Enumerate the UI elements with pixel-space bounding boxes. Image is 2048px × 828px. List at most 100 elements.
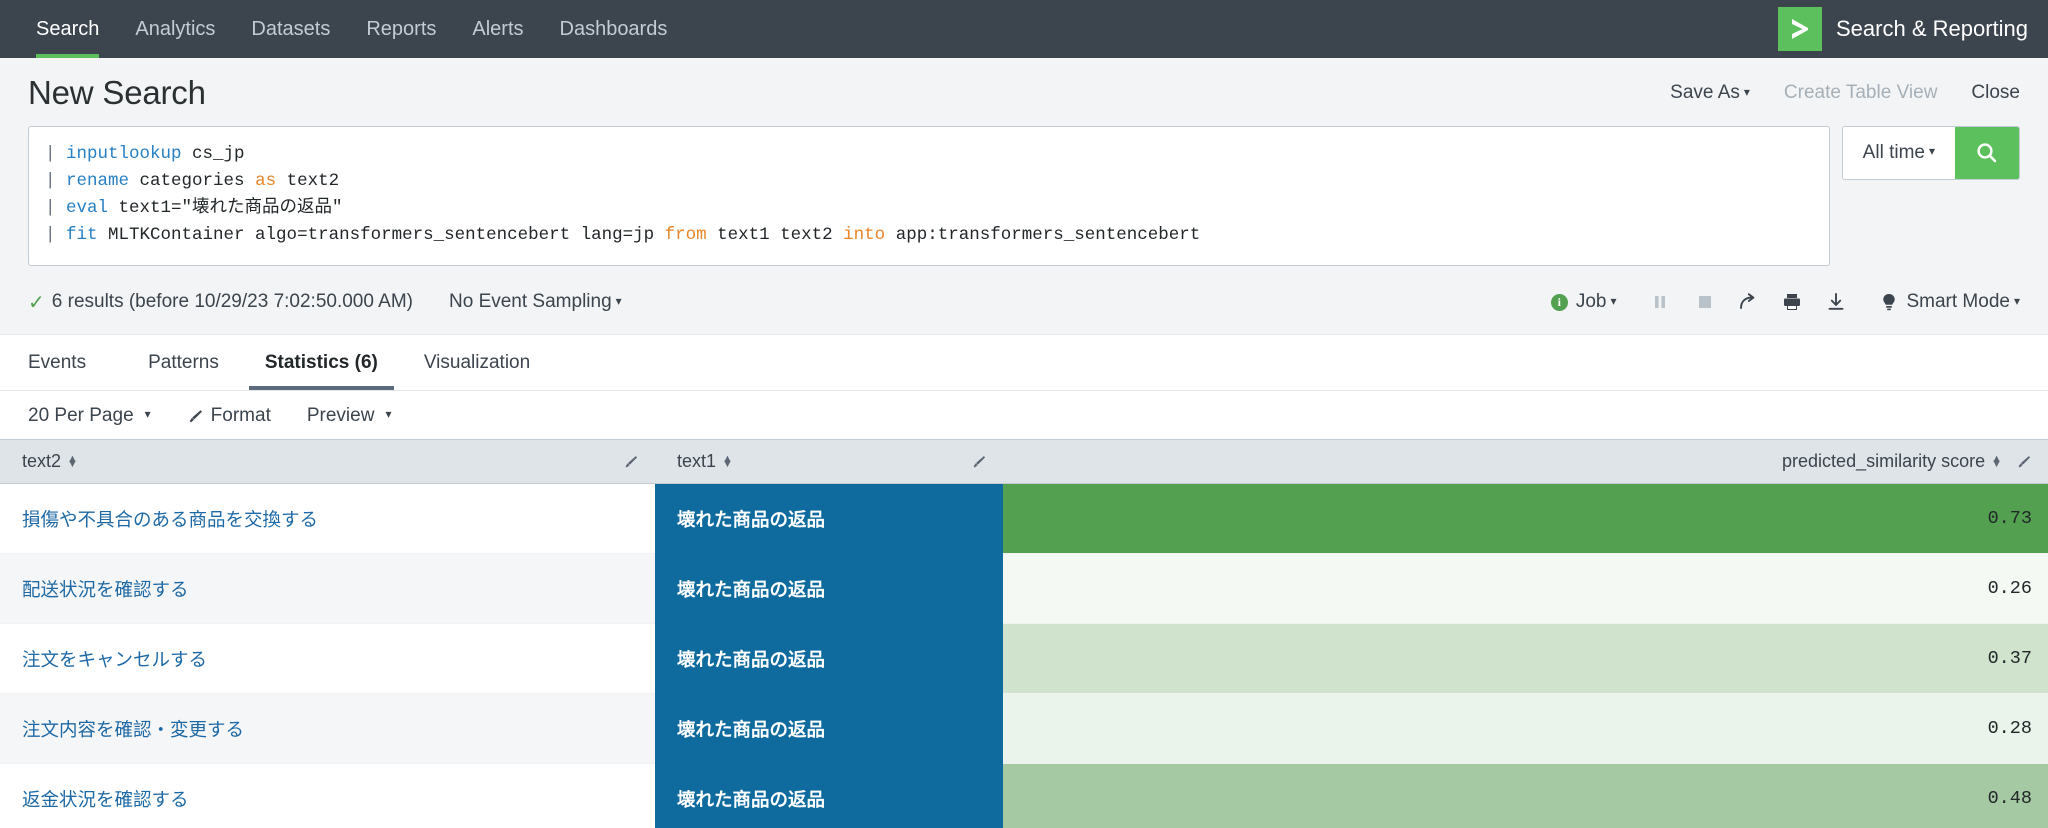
tab-label: Events [28,351,87,373]
job-label: Job [1575,291,1607,312]
sort-arrows-icon[interactable]: ▲ ▼ [722,453,733,469]
table-header-row: text2 ▲ ▼ text1 ▲ ▼ predicted_similarity… [0,439,2048,484]
per-page-label: 20 Per Page [28,405,134,426]
column-label-wrap: predicted_similarity score ▲ ▼ [1782,451,2002,472]
share-button[interactable] [1726,286,1770,318]
cell-score[interactable]: 0.37 [1003,623,2048,694]
nav-label: Alerts [472,17,524,40]
spl-keyword: as [255,171,277,191]
table-row: 返金状況を確認する 壊れた商品の返品 0.48 [0,763,2048,828]
spl-command: fit [66,225,98,245]
create-table-view-button: Create Table View [1783,82,1938,103]
event-sampling-dropdown[interactable]: No Event Sampling ▾ [449,291,622,313]
spl-args: text1 text2 [706,225,844,245]
tab-visualization[interactable]: Visualization [408,335,546,390]
time-range-label: All time [1862,142,1925,163]
brush-icon [189,409,202,422]
app-navigation-bar: Search Analytics Datasets Reports Alerts… [0,0,2048,58]
cell-text1[interactable]: 壊れた商品の返品 [655,483,1003,554]
tab-statistics[interactable]: Statistics (6) [248,335,394,390]
stop-button[interactable] [1682,286,1726,318]
search-mode-dropdown[interactable]: Smart Mode ▾ [1880,291,2020,313]
spl-keyword: from [664,225,707,245]
sort-arrows-icon[interactable]: ▲ ▼ [67,453,78,469]
share-arrow-icon [1740,293,1755,309]
print-button[interactable] [1770,286,1814,318]
sort-arrows-icon[interactable]: ▲ ▼ [1991,453,2002,469]
tab-patterns[interactable]: Patterns [132,335,235,390]
cell-score[interactable]: 0.28 [1003,693,2048,764]
checkmark-icon: ✓ [28,291,45,314]
chevron-down-icon: ▾ [615,294,622,308]
format-button[interactable]: Format [187,405,271,427]
preview-dropdown[interactable]: Preview ▾ [307,405,392,427]
cell-score[interactable]: 0.73 [1003,483,2048,554]
spl-args: cs_jp [181,144,245,164]
result-count-label: 6 results (before 10/29/23 7:02:50.000 A… [51,291,413,312]
nav-item-analytics[interactable]: Analytics [117,0,233,58]
cell-text2[interactable]: 配送状況を確認する [0,553,655,624]
cell-text1[interactable]: 壊れた商品の返品 [655,553,1003,624]
tab-label: Statistics (6) [264,351,378,373]
cell-text1[interactable]: 壊れた商品の返品 [655,623,1003,694]
cell-text2[interactable]: 損傷や不具合のある商品を交換する [0,483,655,554]
search-mode-label: Smart Mode [1906,291,2010,312]
download-icon [1829,293,1844,310]
column-header-text2[interactable]: text2 ▲ ▼ [0,439,655,484]
spl-command: rename [66,171,130,191]
search-result-bar: ✓ 6 results (before 10/29/23 7:02:50.000… [0,266,2048,335]
tab-label: Patterns [148,351,219,373]
nav-item-datasets[interactable]: Datasets [233,0,348,58]
cell-text1[interactable]: 壊れた商品の返品 [655,763,1003,828]
close-button[interactable]: Close [1971,82,2020,104]
table-row: 損傷や不具合のある商品を交換する 壊れた商品の返品 0.73 [0,483,2048,554]
column-header-text1[interactable]: text1 ▲ ▼ [655,439,1003,484]
nav-label: Search [36,17,100,40]
table-toolbar: 20 Per Page ▾ Format Preview ▾ [0,391,2048,439]
time-range-button[interactable]: All time ▾ [1842,127,1955,179]
cell-score[interactable]: 0.48 [1003,763,2048,828]
results-tabs: Events Patterns Statistics (6) Visualiza… [0,335,2048,391]
nav-item-reports[interactable]: Reports [348,0,454,58]
page-header: New Search Save As ▾ Create Table View Cl… [0,58,2048,126]
app-title: Search & Reporting [1836,16,2028,41]
nav-item-dashboards[interactable]: Dashboards [542,0,686,58]
save-as-button[interactable]: Save As ▾ [1670,82,1750,104]
column-label: text1 [677,451,717,471]
nav-item-alerts[interactable]: Alerts [454,0,541,58]
cell-score[interactable]: 0.26 [1003,553,2048,624]
splunk-chevron-icon[interactable] [1778,7,1822,51]
table-row: 注文内容を確認・変更する 壊れた商品の返品 0.28 [0,693,2048,764]
event-sampling-label: No Event Sampling [449,291,612,312]
time-range-picker: All time ▾ [1841,126,2020,180]
chevron-down-icon: ▾ [1743,85,1750,99]
pause-button[interactable] [1638,286,1682,318]
cell-text2[interactable]: 注文内容を確認・変更する [0,693,655,764]
column-header-predicted-similarity-score[interactable]: predicted_similarity score ▲ ▼ [1003,439,2048,484]
column-format-button[interactable] [971,454,987,470]
cell-text2[interactable]: 返金状況を確認する [0,763,655,828]
page-title: New Search [28,74,206,111]
table-header: text2 ▲ ▼ text1 ▲ ▼ predicted_similarity… [0,439,2048,484]
cell-text2[interactable]: 注文をキャンセルする [0,623,655,694]
export-button[interactable] [1814,286,1858,318]
per-page-dropdown[interactable]: 20 Per Page ▾ [28,405,151,427]
column-format-button[interactable] [2016,454,2032,470]
pause-icon [1655,296,1666,308]
statistics-table: text2 ▲ ▼ text1 ▲ ▼ predicted_similarity… [0,439,2048,828]
column-format-button[interactable] [623,454,639,470]
tab-events[interactable]: Events [28,335,102,390]
job-controls: i Job ▾ Smart Mode ▾ [1550,286,2020,318]
column-label: predicted_similarity score [1782,451,1986,471]
spl-keyword: into [843,225,886,245]
nav-item-search[interactable]: Search [18,0,117,58]
spl-args: app:transformers_sentencebert [885,225,1201,245]
chevron-down-icon: ▾ [144,407,151,421]
spl-args: MLTKContainer algo=transformers_sentence… [97,225,665,245]
job-menu[interactable]: i Job ▾ [1550,291,1616,313]
table-row: 配送状況を確認する 壊れた商品の返品 0.26 [0,553,2048,624]
cell-text1[interactable]: 壊れた商品の返品 [655,693,1003,764]
spl-query-input[interactable]: | inputlookup cs_jp | rename categories … [28,126,1830,266]
run-search-button[interactable] [1955,127,2019,179]
result-count: ✓ 6 results (before 10/29/23 7:02:50.000… [28,290,413,315]
